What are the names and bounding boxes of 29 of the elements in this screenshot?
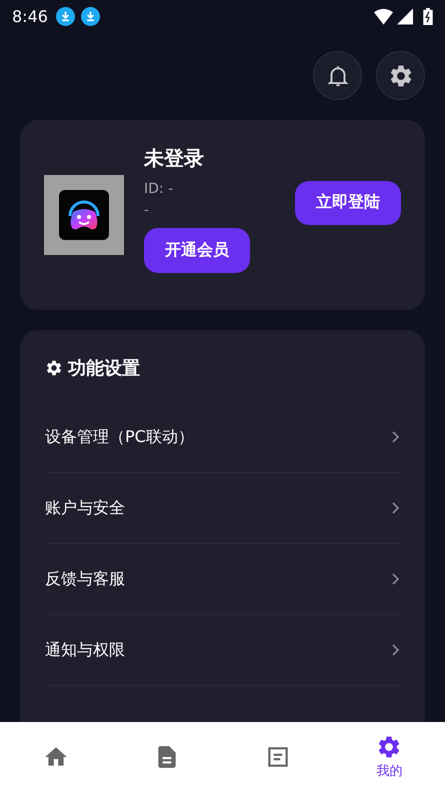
settings-item[interactable]: 设备管理（PC联动） [45, 402, 400, 473]
user-subtitle: - [144, 203, 150, 218]
chevron-icon [390, 431, 400, 443]
gamepad-logo-icon [59, 190, 109, 240]
section-title: 功能设置 [68, 357, 140, 380]
download-icon [56, 6, 75, 26]
vip-button[interactable]: 开通会员 [144, 228, 250, 273]
nav-tab[interactable]: 我的 [376, 734, 402, 780]
chevron-icon [390, 573, 400, 585]
settings-button[interactable] [376, 51, 425, 100]
notifications-button[interactable] [313, 51, 362, 100]
gear-icon [45, 359, 63, 377]
chevron-icon [390, 644, 400, 656]
download-icon [80, 6, 100, 26]
signal-icon [397, 8, 413, 24]
settings-item[interactable]: 反馈与客服 [45, 544, 400, 615]
username: 未登录 [144, 145, 205, 172]
login-button[interactable]: 立即登陆 [295, 180, 401, 224]
status-time: 8:46 [12, 6, 48, 26]
wifi-icon [374, 8, 393, 24]
settings-label: 账户与安全 [45, 498, 125, 518]
chevron-icon [390, 502, 400, 514]
battery-icon [423, 8, 433, 24]
settings-item[interactable]: 账户与安全 [45, 473, 400, 544]
settings-label: 通知与权限 [45, 640, 125, 660]
settings-item[interactable]: 通知与权限 [45, 615, 400, 686]
user-id: ID: - [144, 181, 174, 197]
settings-label: 反馈与客服 [45, 568, 125, 590]
settings-label: 设备管理（PC联动） [45, 426, 194, 448]
